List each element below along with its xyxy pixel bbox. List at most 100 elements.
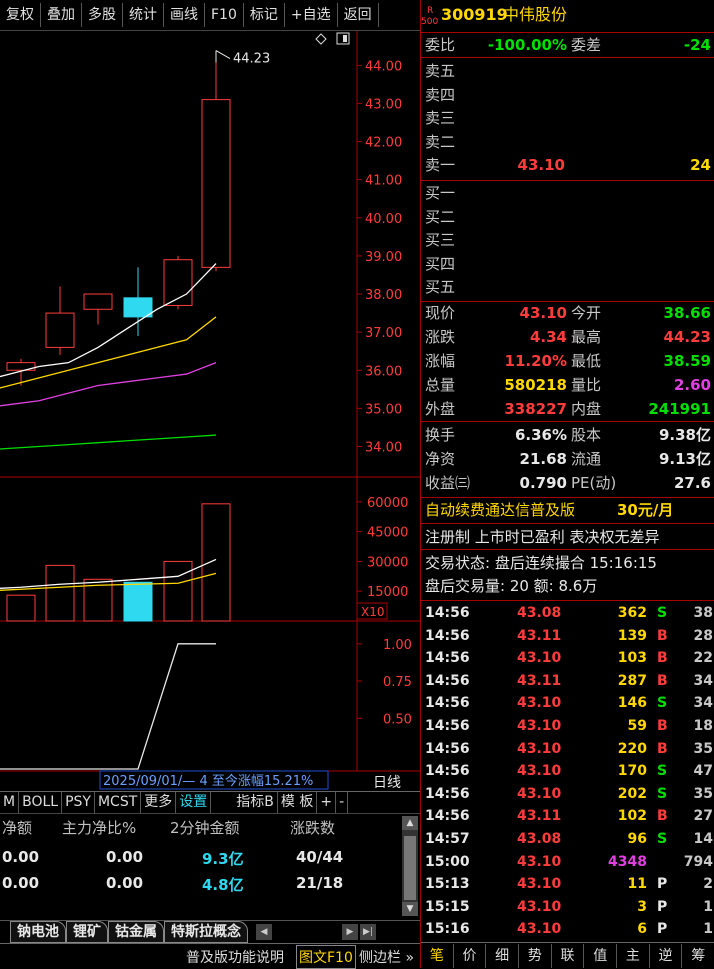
volume-unit-label: X10 [361, 605, 385, 619]
tick-price: 43.10 [517, 898, 562, 915]
tick-volume: 102 [617, 808, 647, 825]
scroll-down-icon[interactable]: ▼ [402, 902, 418, 916]
quote-value: 44.23 [663, 328, 711, 346]
tick-row: 14:56 43.10 202 S 35 [421, 783, 714, 806]
toolbar-button-4[interactable]: 画线 [164, 3, 205, 27]
ad-text[interactable]: 自动续费通达信普及版 [425, 499, 575, 521]
tick-time: 14:56 [425, 718, 470, 734]
indicator-tab-8[interactable]: + [317, 792, 337, 814]
volume-bar[interactable] [45, 564, 75, 622]
scroll-up-icon[interactable]: ▲ [402, 816, 418, 830]
tick-count: 794 [683, 853, 713, 870]
sell-level-4[interactable]: 卖四 [421, 84, 714, 106]
high-marker [215, 50, 231, 63]
right-tab-3[interactable]: 势 [519, 944, 552, 968]
indicator-tab-1[interactable]: BOLL [19, 792, 63, 814]
right-tab-8[interactable]: 筹 [682, 944, 714, 968]
candle-body[interactable] [201, 99, 231, 268]
feature-help-link[interactable]: 普及版功能说明 [186, 947, 284, 967]
buy-level-2[interactable]: 买二 [421, 206, 714, 228]
ad-price[interactable]: 30元/月 [617, 499, 673, 521]
tick-list[interactable]: 14:56 43.08 362 S 38 14:56 43.11 139 B 28 14:56 43.… [421, 602, 714, 942]
tick-volume: 220 [617, 740, 647, 757]
quote-label: 最低 [571, 352, 602, 370]
range-info-text: 2025/09/01/— 4 至今涨幅15.21% [103, 773, 313, 789]
sell-level-1[interactable]: 卖一 43.10 24 [421, 154, 714, 176]
fund-value: 27.6 [673, 474, 711, 492]
candle-body[interactable] [123, 297, 153, 318]
sector-tab-1[interactable]: 锂矿 [66, 921, 108, 943]
fundamentals: 换手 6.36% 股本 9.38亿 净资 21.68 流通 9.13亿 收益㈢ 0.790 PE(动… [421, 424, 714, 496]
sector-tab-3[interactable]: 特斯拉概念 [164, 921, 248, 943]
volume-bar[interactable] [6, 594, 36, 622]
sell-level-label: 卖一 [425, 156, 456, 174]
right-tab-5[interactable]: 值 [584, 944, 618, 968]
tick-price: 43.10 [517, 785, 562, 802]
fund-value: 6.36% [514, 426, 567, 444]
toolbar-button-2[interactable]: 多股 [82, 3, 123, 27]
indicator-tab-3[interactable]: MCST [95, 792, 142, 814]
tick-direction: S [657, 695, 668, 712]
indicator-tab-9[interactable]: - [336, 792, 349, 814]
toolbar-button-1[interactable]: 叠加 [41, 3, 82, 27]
right-tab-6[interactable]: 主 [617, 944, 650, 968]
toolbar-button-8[interactable]: 返回 [338, 3, 379, 27]
fund-value: 9.13亿 [658, 450, 711, 468]
quote-value: 38.59 [663, 352, 711, 370]
sidebar-toggle[interactable]: 侧边栏 » [359, 947, 414, 967]
ad-banner[interactable]: 自动续费通达信普及版 30元/月 [421, 499, 714, 521]
volume-bar[interactable] [163, 560, 193, 622]
indicator-tab-5[interactable]: 设置 [176, 792, 212, 814]
tick-price: 43.10 [517, 650, 562, 667]
right-tab-0[interactable]: 笔 [421, 944, 454, 968]
scroll-left-icon[interactable]: ◀ [256, 924, 272, 940]
flow-scrollbar[interactable]: ▲ ▼ [402, 816, 418, 916]
toolbar-button-7[interactable]: +自选 [285, 3, 338, 27]
indicator-tab-6[interactable]: 指标B [233, 792, 278, 814]
tick-price: 43.08 [517, 605, 562, 621]
quote-label: 现价 [425, 304, 456, 322]
tick-volume: 146 [617, 695, 647, 712]
toolbar-button-5[interactable]: F10 [205, 3, 244, 27]
toolbar-button-3[interactable]: 统计 [123, 3, 164, 27]
price-tick-label: 41.00 [365, 174, 402, 189]
header-2min-amount: 2分钟金额 [170, 819, 240, 837]
tick-volume: 11 [627, 876, 647, 893]
buy-level-1[interactable]: 买一 [421, 182, 714, 204]
price-tick-label: 42.00 [365, 136, 402, 151]
sell-level-3[interactable]: 卖三 [421, 107, 714, 129]
right-tab-7[interactable]: 逆 [650, 944, 683, 968]
indicator-tab-4[interactable]: 更多 [141, 792, 177, 814]
volume-bar[interactable] [201, 503, 231, 622]
volume-tick-label: 30000 [367, 555, 408, 570]
toolbar-button-0[interactable]: 复权 [0, 3, 41, 27]
toolbar-button-6[interactable]: 标记 [244, 3, 285, 27]
toolbar: 复权 叠加 多股 统计 画线 F10 标记 +自选 返回 [0, 0, 420, 31]
indicator-tab-0[interactable]: M [0, 792, 20, 814]
scroll-end-icon[interactable]: ▶| [360, 924, 376, 940]
period-label[interactable]: 日线 [373, 775, 401, 791]
scroll-thumb[interactable] [404, 836, 416, 900]
right-tab-2[interactable]: 细 [486, 944, 520, 968]
buy-level-3[interactable]: 买三 [421, 229, 714, 251]
sector-tab-0[interactable]: 钠电池 [10, 921, 66, 943]
flow-row2-amount: 4.8亿 [202, 876, 244, 894]
sector-tab-2[interactable]: 钴金属 [108, 921, 164, 943]
sell-level-5[interactable]: 卖五 [421, 60, 714, 82]
volume-ma-line-1 [0, 572, 217, 591]
f10-button[interactable]: 图文F10 [296, 945, 356, 969]
buy-level-5[interactable]: 买五 [421, 276, 714, 298]
indicator-tab-2[interactable]: PSY [62, 792, 95, 814]
scroll-right-icon[interactable]: ▶ [342, 924, 358, 940]
fund-label: 股本 [571, 426, 602, 444]
right-tab-4[interactable]: 联 [552, 944, 585, 968]
sell-level-2[interactable]: 卖二 [421, 131, 714, 153]
indicator-tab-7[interactable]: 模 板 [278, 792, 318, 814]
candle-body[interactable] [83, 293, 113, 310]
tick-direction: S [657, 831, 668, 847]
candle-body[interactable] [45, 312, 75, 348]
diamond-icon[interactable] [315, 33, 327, 45]
buy-level-4[interactable]: 买四 [421, 253, 714, 275]
volume-bar[interactable] [123, 581, 153, 622]
right-tab-1[interactable]: 价 [454, 944, 487, 968]
